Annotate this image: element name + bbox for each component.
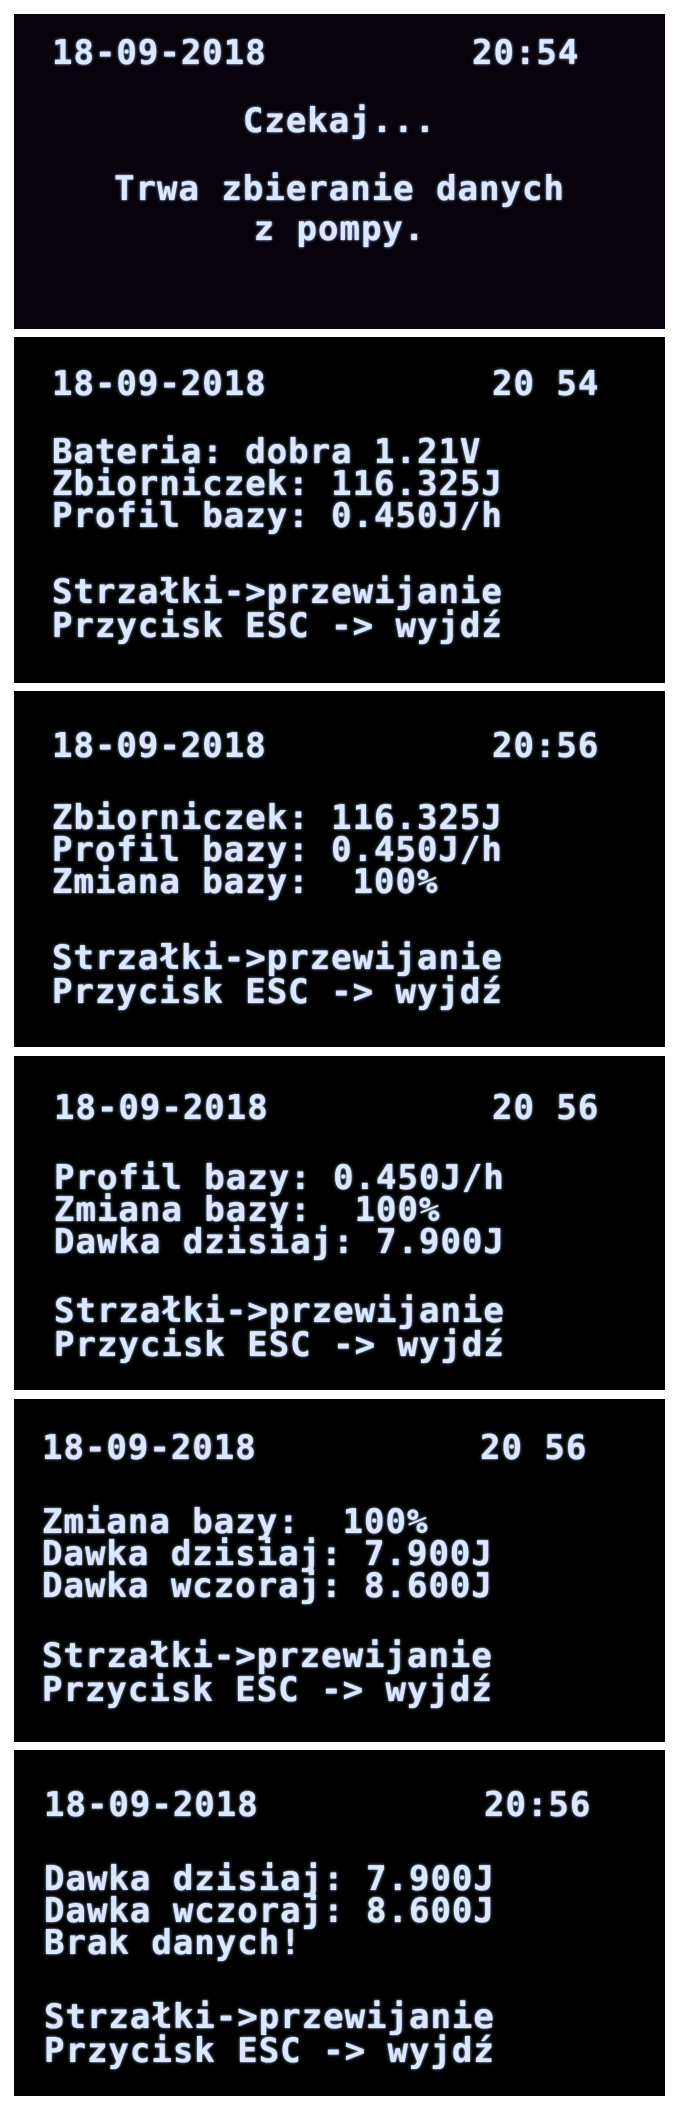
waiting-message: Trwa zbieranie danych: [114, 169, 565, 209]
screen-time: 20:56: [484, 1785, 592, 1825]
screen-date: 18-09-2018: [52, 364, 267, 404]
screen-date: 18-09-2018: [44, 1785, 259, 1825]
screen-time: 20 56: [480, 1428, 588, 1468]
footer-scroll-hint: Strzałki->przewijanie: [52, 938, 503, 978]
screen-time: 20:54: [472, 33, 580, 73]
footer-esc-hint: Przycisk ESC -> wyjdź: [44, 2031, 495, 2071]
oled-screen-basal-profile: 18-09-2018 20 56 Profil bazy: 0.450J/h Z…: [14, 1056, 665, 1390]
info-line-dose-today: Dawka dzisiaj: 7.900J: [54, 1222, 505, 1262]
footer-esc-hint: Przycisk ESC -> wyjdź: [42, 1670, 493, 1710]
oled-screen-no-data: 18-09-2018 20:56 Dawka dzisiaj: 7.900J D…: [14, 1750, 665, 2096]
screen-date: 18-09-2018: [52, 726, 267, 766]
footer-esc-hint: Przycisk ESC -> wyjdź: [52, 606, 503, 646]
footer-scroll-hint: Strzałki->przewijanie: [42, 1636, 493, 1676]
oled-screen-battery: 18-09-2018 20 54 Bateria: dobra 1.21V Zb…: [14, 337, 665, 683]
screen-time: 20:56: [492, 726, 600, 766]
footer-scroll-hint: Strzałki->przewijanie: [52, 572, 503, 612]
screen-time: 20 56: [492, 1088, 600, 1128]
footer-scroll-hint: Strzałki->przewijanie: [44, 1997, 495, 2037]
oled-screen-reservoir: 18-09-2018 20:56 Zbiorniczek: 116.325J P…: [14, 691, 665, 1047]
screen-date: 18-09-2018: [42, 1428, 257, 1468]
screen-date: 18-09-2018: [54, 1088, 269, 1128]
oled-screen-basal-change: 18-09-2018 20 56 Zmiana bazy: 100% Dawka…: [14, 1399, 665, 1742]
info-line-dose-yesterday: Dawka wczoraj: 8.600J: [42, 1566, 493, 1606]
info-line-basal-change: Zmiana bazy: 100%: [52, 862, 439, 902]
screen-date: 18-09-2018: [52, 33, 267, 73]
screen-time: 20 54: [492, 364, 600, 404]
oled-screen-waiting: 18-09-2018 20:54 Czekaj... Trwa zbierani…: [14, 14, 665, 329]
footer-esc-hint: Przycisk ESC -> wyjdź: [54, 1325, 505, 1365]
waiting-title: Czekaj...: [242, 101, 437, 141]
info-line-basal-profile: Profil bazy: 0.450J/h: [52, 496, 503, 536]
footer-scroll-hint: Strzałki->przewijanie: [54, 1291, 505, 1331]
waiting-message-continued: z pompy.: [253, 209, 426, 249]
footer-esc-hint: Przycisk ESC -> wyjdź: [52, 972, 503, 1012]
info-line-no-data: Brak danych!: [44, 1923, 302, 1963]
